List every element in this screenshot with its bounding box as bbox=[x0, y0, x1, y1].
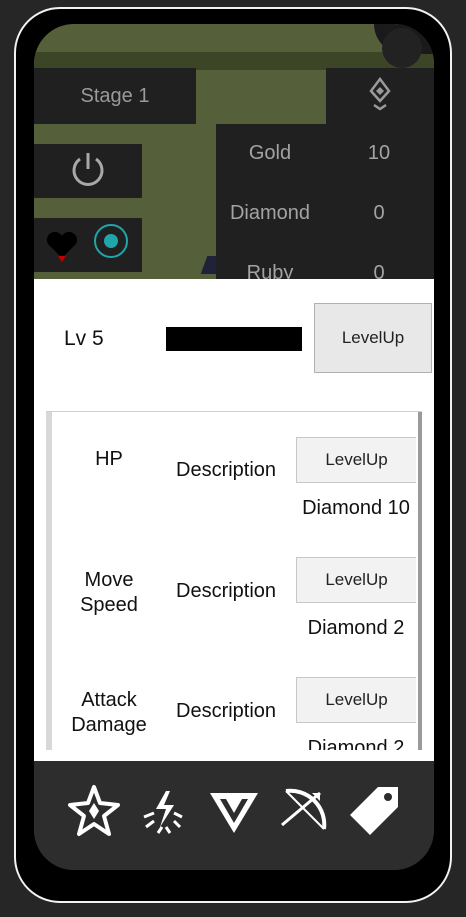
stat-description: Description bbox=[176, 580, 277, 602]
power-icon bbox=[69, 150, 107, 193]
stat-row-hp: HP Description LevelUp Diamond 10 bbox=[46, 437, 422, 557]
map-marker-button[interactable] bbox=[326, 68, 434, 124]
stat-levelup-button[interactable]: LevelUp bbox=[296, 677, 416, 723]
stat-name: Attack Damage bbox=[71, 689, 147, 736]
record-dot-icon bbox=[104, 234, 118, 248]
stat-row-move-speed: Move Speed Description LevelUp Diamond 2 bbox=[46, 557, 422, 677]
stat-name: Move Speed bbox=[80, 569, 138, 616]
record-toggle[interactable] bbox=[94, 224, 128, 258]
stage-label: Stage 1 bbox=[80, 84, 150, 107]
star-icon[interactable] bbox=[66, 783, 122, 839]
currency-name: Diamond bbox=[229, 202, 311, 224]
stat-levelup-button[interactable]: LevelUp bbox=[296, 557, 416, 603]
stat-levelup-button[interactable]: LevelUp bbox=[296, 437, 416, 483]
status-panel bbox=[34, 218, 142, 272]
stat-description: Description bbox=[176, 459, 277, 481]
tag-icon[interactable] bbox=[346, 783, 402, 839]
stat-cost: Diamond 2 bbox=[307, 617, 405, 639]
chevron-shield-icon[interactable] bbox=[206, 783, 262, 839]
currency-value: 0 bbox=[373, 202, 385, 224]
game-screen: Stage 1 Gold 10 Diamond 0 Ruby 0 Lv 5 Le… bbox=[34, 24, 434, 870]
stage-button[interactable]: Stage 1 bbox=[34, 68, 196, 124]
player-level: Lv 5 bbox=[64, 327, 104, 350]
stat-row-attack-damage: Attack Damage Description LevelUp Diamon… bbox=[46, 677, 422, 750]
stat-description: Description bbox=[176, 700, 277, 722]
currency-row-gold: Gold 10 bbox=[216, 124, 434, 184]
location-pin-icon bbox=[367, 76, 393, 116]
upgrade-panel: Lv 5 LevelUp HP Description LevelUp Diam… bbox=[34, 279, 434, 761]
currency-value: 10 bbox=[367, 142, 391, 164]
stat-name: HP bbox=[95, 448, 123, 470]
currency-name: Gold bbox=[248, 142, 292, 164]
power-button[interactable] bbox=[34, 144, 142, 198]
heart-icon bbox=[44, 228, 80, 269]
bottom-nav bbox=[34, 761, 434, 870]
stat-cost: Diamond 2 bbox=[307, 737, 405, 750]
stat-list[interactable]: HP Description LevelUp Diamond 10 Move S… bbox=[46, 411, 422, 750]
bow-icon[interactable] bbox=[276, 783, 332, 839]
player-levelup-button[interactable]: LevelUp bbox=[314, 303, 432, 373]
xp-bar bbox=[166, 327, 302, 351]
lightning-icon[interactable] bbox=[136, 783, 192, 839]
currency-row-diamond: Diamond 0 bbox=[216, 184, 434, 244]
stat-cost: Diamond 10 bbox=[302, 497, 410, 519]
currency-panel: Gold 10 Diamond 0 Ruby 0 bbox=[216, 124, 434, 294]
